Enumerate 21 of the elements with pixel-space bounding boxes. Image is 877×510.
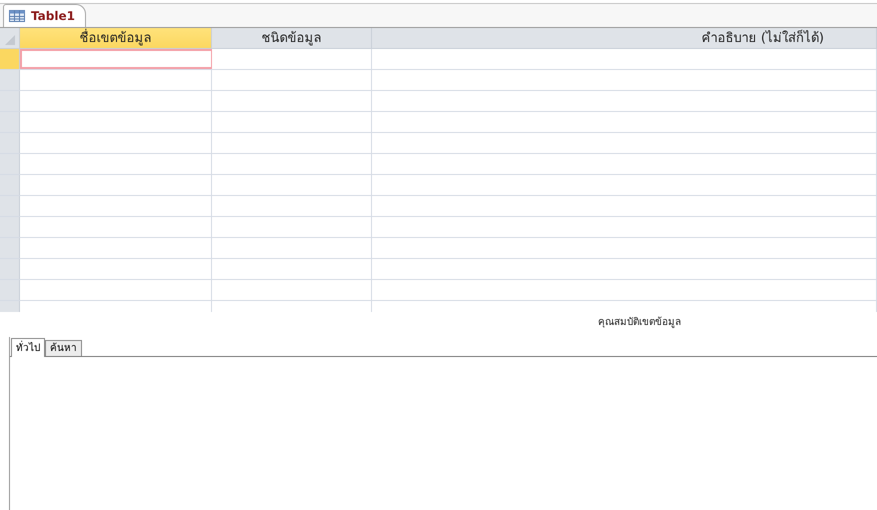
section-title: คุณสมบัติเขตข้อมูล — [598, 316, 681, 330]
row-selector[interactable] — [0, 91, 20, 111]
row-selector[interactable] — [0, 196, 20, 216]
row-selector[interactable] — [0, 175, 20, 195]
row-selector[interactable] — [0, 154, 20, 174]
corner-triangle-icon — [4, 34, 16, 46]
row-selector[interactable] — [0, 259, 20, 279]
row-selector[interactable] — [0, 49, 20, 69]
row-selector[interactable] — [0, 133, 20, 153]
column-header[interactable]: ชื่อเขตข้อมูล — [20, 28, 212, 48]
property-tab[interactable]: ทั่วไป — [11, 338, 45, 357]
grid-cell[interactable] — [20, 49, 212, 69]
tab-title: Table1 — [31, 8, 75, 25]
row-selector[interactable] — [0, 112, 20, 132]
table-icon — [9, 10, 25, 22]
row-selector[interactable] — [0, 70, 20, 90]
document-tab[interactable]: Table1 — [3, 4, 86, 27]
property-tab[interactable]: ค้นหา — [45, 340, 82, 356]
row-selector[interactable] — [0, 238, 20, 258]
row-selector[interactable] — [0, 280, 20, 300]
row-selector[interactable] — [0, 217, 20, 237]
